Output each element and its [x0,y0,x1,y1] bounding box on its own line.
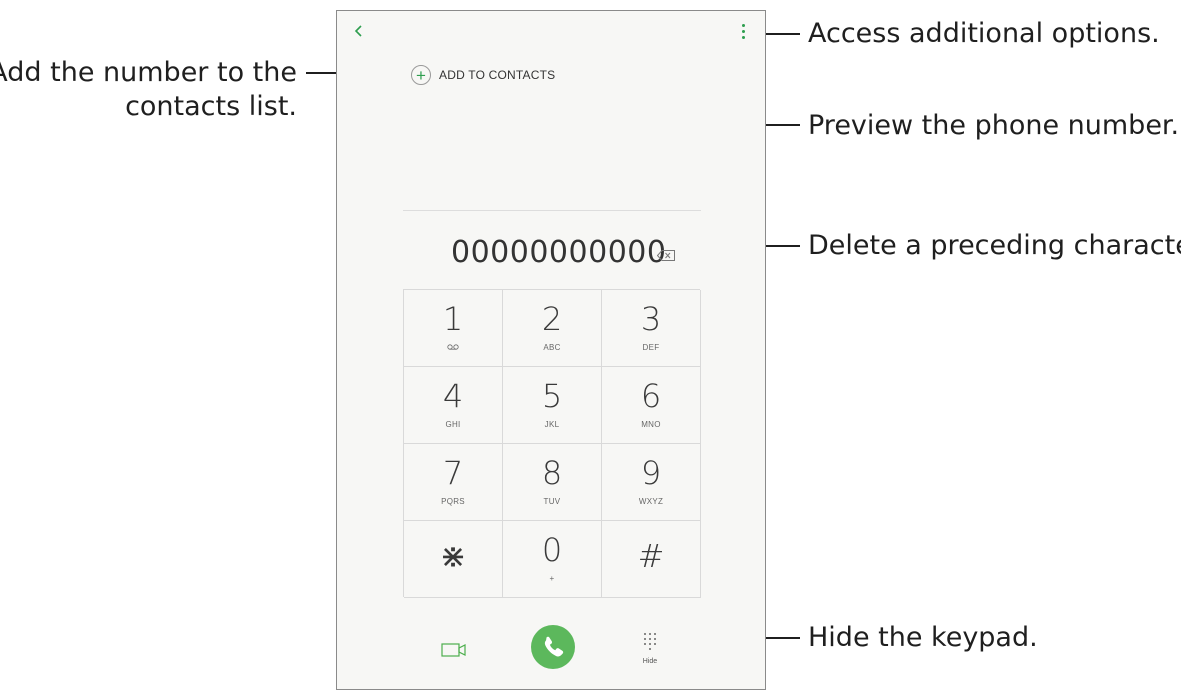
call-button[interactable] [531,625,575,669]
key-hash[interactable]: # [602,521,701,598]
plus-circle-icon: + [411,65,431,85]
callout-delete: Delete a preceding character. [808,230,1181,261]
callout-options: Access additional options. [808,18,1160,49]
more-options-button[interactable] [737,23,751,41]
key-digit: 6 [640,377,662,415]
key-0[interactable]: 0 + [503,521,602,598]
key-letters: TUV [543,497,561,506]
callout-hide: Hide the keypad. [808,622,1038,653]
video-call-icon [441,643,466,657]
hide-keypad-label: Hide [642,658,658,665]
keypad: 1 2 ABC 3 DEF 4 GHI 5 JKL 6 MNO 7 PQRS 8… [403,289,701,598]
hide-keypad-button[interactable]: Hide [637,631,663,671]
add-to-contacts-label: ADD TO CONTACTS [439,68,556,82]
key-letters: ABC [543,343,561,352]
key-2[interactable]: 2 ABC [503,290,602,367]
key-digit: 4 [442,377,464,415]
key-digit: 5 [541,377,563,415]
callout-add-contacts-line1: Add the number to the [0,57,297,88]
callout-add-contacts-line2: contacts list. [125,91,297,122]
backspace-button[interactable] [656,248,675,261]
key-6[interactable]: 6 MNO [602,367,701,444]
key-digit: 1 [442,300,464,338]
phone-icon [544,636,564,657]
key-letters: GHI [445,420,461,429]
key-digit: 2 [541,300,563,338]
number-divider [403,210,701,211]
back-button[interactable] [349,21,369,41]
add-to-contacts-button[interactable]: + ADD TO CONTACTS [411,63,555,87]
key-star[interactable]: ⋇ [404,521,503,598]
key-9[interactable]: 9 WXYZ [602,444,701,521]
keypad-icon [644,633,656,650]
key-3[interactable]: 3 DEF [602,290,701,367]
dialer-bottom-bar: Hide [337,597,767,691]
key-letters: PQRS [441,497,465,506]
key-letters: WXYZ [638,497,664,506]
key-digit: # [637,537,665,575]
backspace-icon [656,250,675,261]
callout-preview: Preview the phone number. [808,110,1180,141]
phone-number-display: 00000000000 [451,235,667,270]
key-5[interactable]: 5 JKL [503,367,602,444]
number-preview-row: 00000000000 [337,233,767,273]
key-letters: JKL [544,420,560,429]
key-digit: 8 [541,454,563,492]
chevron-left-icon [354,25,362,37]
dialer-screen: + ADD TO CONTACTS 00000000000 1 2 ABC 3 … [336,10,766,690]
key-letters: DEF [642,343,660,352]
key-digit: 9 [640,454,662,492]
key-8[interactable]: 8 TUV [503,444,602,521]
key-digit: 3 [640,300,662,338]
key-letters: MNO [641,420,661,429]
video-call-button[interactable] [441,641,467,659]
key-digit: 7 [442,454,464,492]
voicemail-icon [404,343,502,352]
key-4[interactable]: 4 GHI [404,367,503,444]
key-digit: ⋇ [439,537,467,575]
key-letters: + [549,574,555,583]
key-digit: 0 [541,531,563,569]
callout-add-contacts: Add the number to the contacts list. [0,56,297,124]
key-1[interactable]: 1 [404,290,503,367]
key-7[interactable]: 7 PQRS [404,444,503,521]
